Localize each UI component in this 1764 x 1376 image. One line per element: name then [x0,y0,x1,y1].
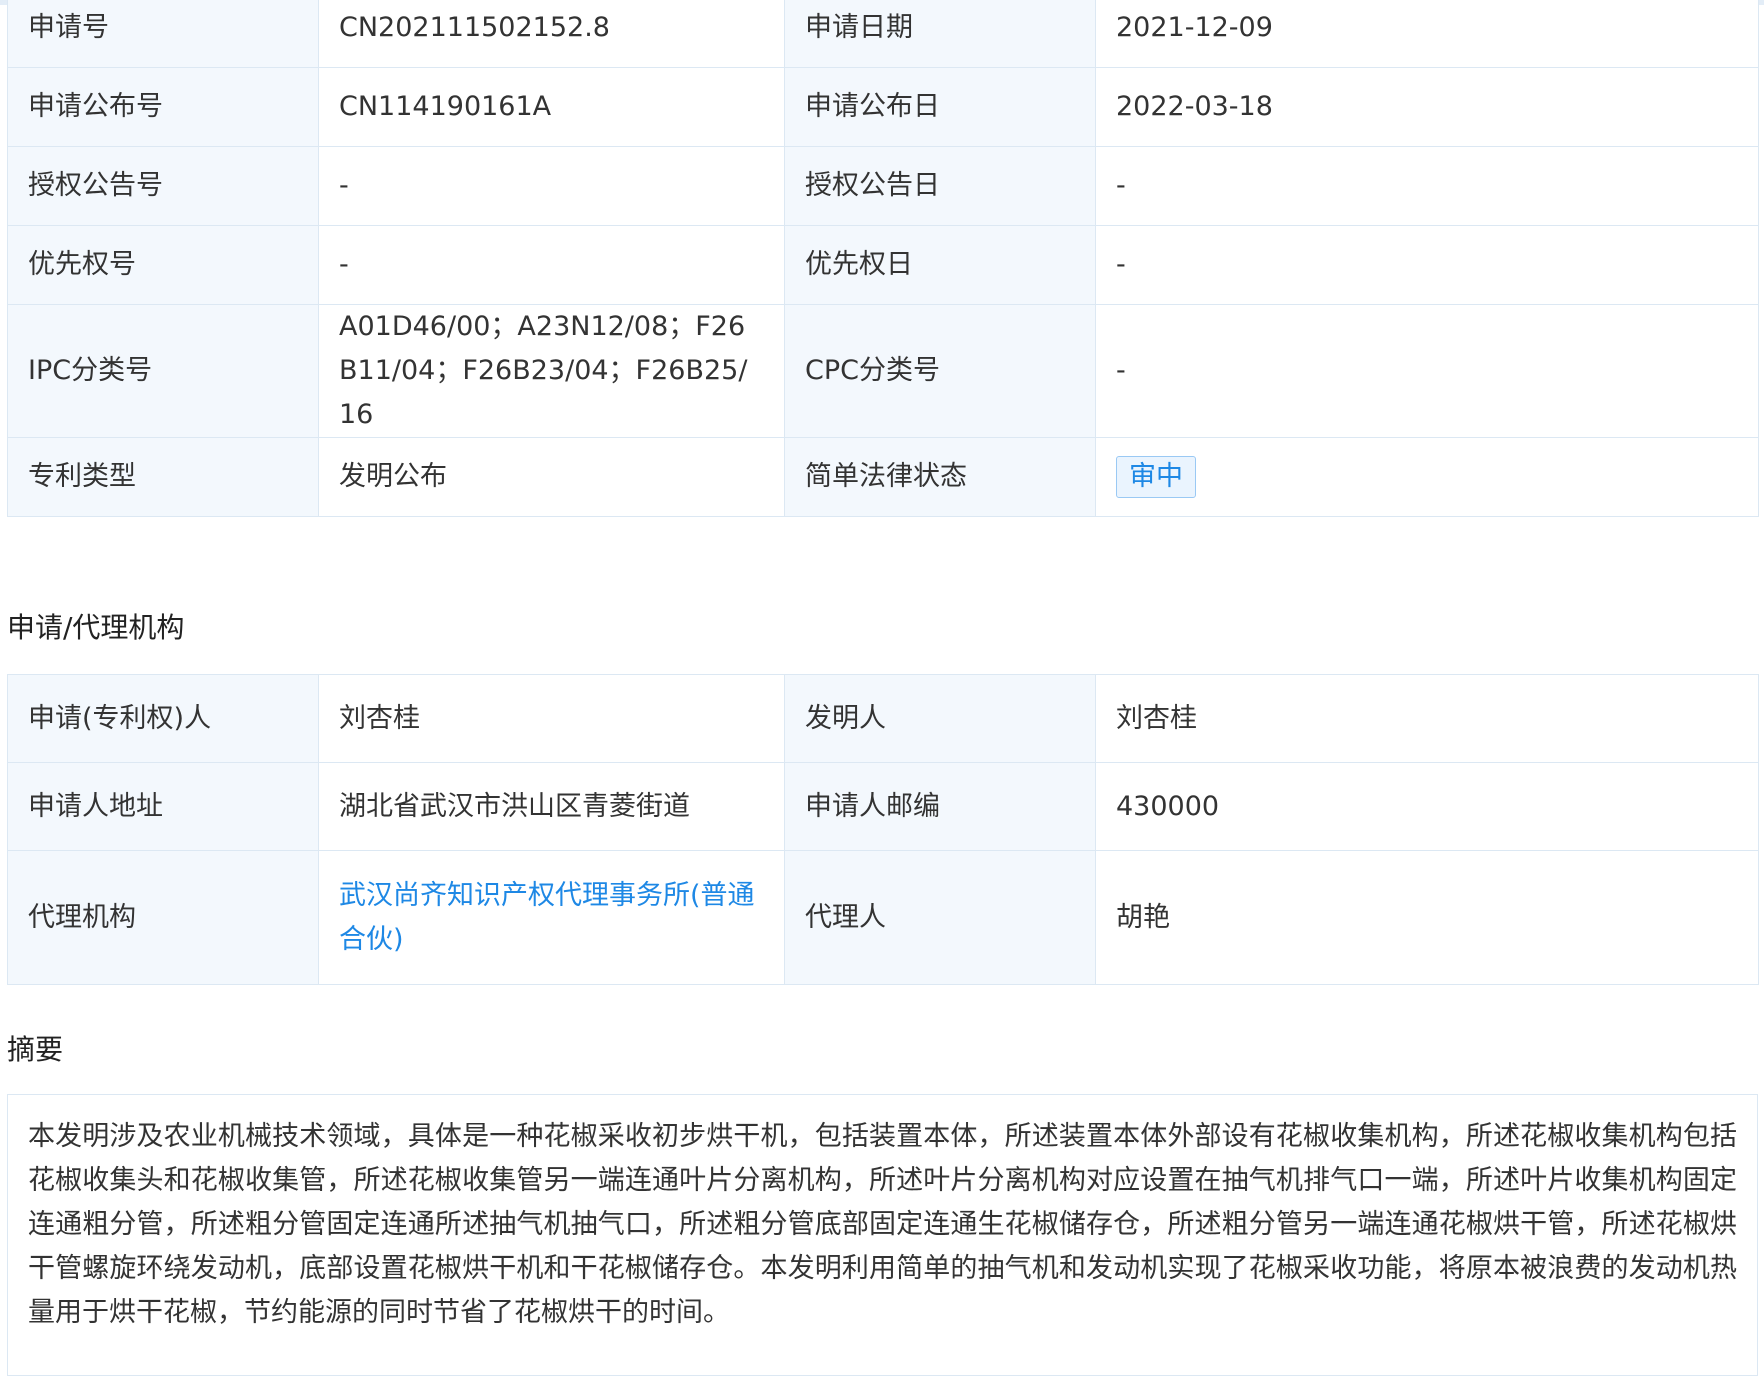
legal-status-label: 简单法律状态 [784,437,1096,517]
publication-date-label: 申请公布日 [784,67,1096,147]
ipc-value: A01D46/00；A23N12/08；F26B11/04；F26B23/04；… [318,304,785,438]
application-date-label: 申请日期 [784,0,1096,68]
applicant-postcode-label: 申请人邮编 [784,762,1096,851]
grant-number-label: 授权公告号 [7,146,319,226]
table-row: 申请人地址 湖北省武汉市洪山区青菱街道 申请人邮编 430000 [7,762,1759,851]
table-row: 申请号 CN202111502152.8 申请日期 2021-12-09 [7,0,1759,68]
abstract-text: 本发明涉及农业机械技术领域，具体是一种花椒采收初步烘干机，包括装置本体，所述装置… [7,1094,1758,1376]
priority-number-value: - [318,225,785,305]
grant-date-value: - [1095,146,1759,226]
priority-number-label: 优先权号 [7,225,319,305]
applicant-address-value: 湖北省武汉市洪山区青菱街道 [318,762,785,851]
cpc-value: - [1095,304,1759,438]
table-row: 申请(专利权)人 刘杏桂 发明人 刘杏桂 [7,674,1759,763]
applicant-value: 刘杏桂 [318,674,785,763]
agency-cell: 武汉尚齐知识产权代理事务所(普通合伙) [318,850,785,985]
publication-number-value: CN114190161A [318,67,785,147]
table-row: 代理机构 武汉尚齐知识产权代理事务所(普通合伙) 代理人 胡艳 [7,850,1759,985]
priority-date-value: - [1095,225,1759,305]
application-date-value: 2021-12-09 [1095,0,1759,68]
basic-info-table: 申请号 CN202111502152.8 申请日期 2021-12-09 申请公… [7,0,1759,517]
agency-link[interactable]: 武汉尚齐知识产权代理事务所(普通合伙) [339,880,755,955]
applicant-label: 申请(专利权)人 [7,674,319,763]
table-row: 授权公告号 - 授权公告日 - [7,146,1759,226]
application-number-label: 申请号 [7,0,319,68]
table-row: IPC分类号 A01D46/00；A23N12/08；F26B11/04；F26… [7,304,1759,438]
priority-date-label: 优先权日 [784,225,1096,305]
grant-date-label: 授权公告日 [784,146,1096,226]
grant-number-value: - [318,146,785,226]
agent-label: 代理人 [784,850,1096,985]
abstract-section-title: 摘要 [7,1033,64,1066]
patent-type-label: 专利类型 [7,437,319,517]
application-number-value: CN202111502152.8 [318,0,785,68]
legal-status-badge: 审中 [1116,456,1196,498]
agent-value: 胡艳 [1095,850,1759,985]
table-row: 申请公布号 CN114190161A 申请公布日 2022-03-18 [7,67,1759,147]
agency-table: 申请(专利权)人 刘杏桂 发明人 刘杏桂 申请人地址 湖北省武汉市洪山区青菱街道… [7,674,1759,985]
publication-date-value: 2022-03-18 [1095,67,1759,147]
legal-status-cell: 审中 [1095,437,1759,517]
patent-type-value: 发明公布 [318,437,785,517]
ipc-label: IPC分类号 [7,304,319,438]
table-row: 专利类型 发明公布 简单法律状态 审中 [7,437,1759,517]
cpc-label: CPC分类号 [784,304,1096,438]
agency-section-title: 申请/代理机构 [7,611,185,644]
inventor-label: 发明人 [784,674,1096,763]
applicant-address-label: 申请人地址 [7,762,319,851]
publication-number-label: 申请公布号 [7,67,319,147]
applicant-postcode-value: 430000 [1095,762,1759,851]
inventor-value: 刘杏桂 [1095,674,1759,763]
table-row: 优先权号 - 优先权日 - [7,225,1759,305]
agency-label: 代理机构 [7,850,319,985]
